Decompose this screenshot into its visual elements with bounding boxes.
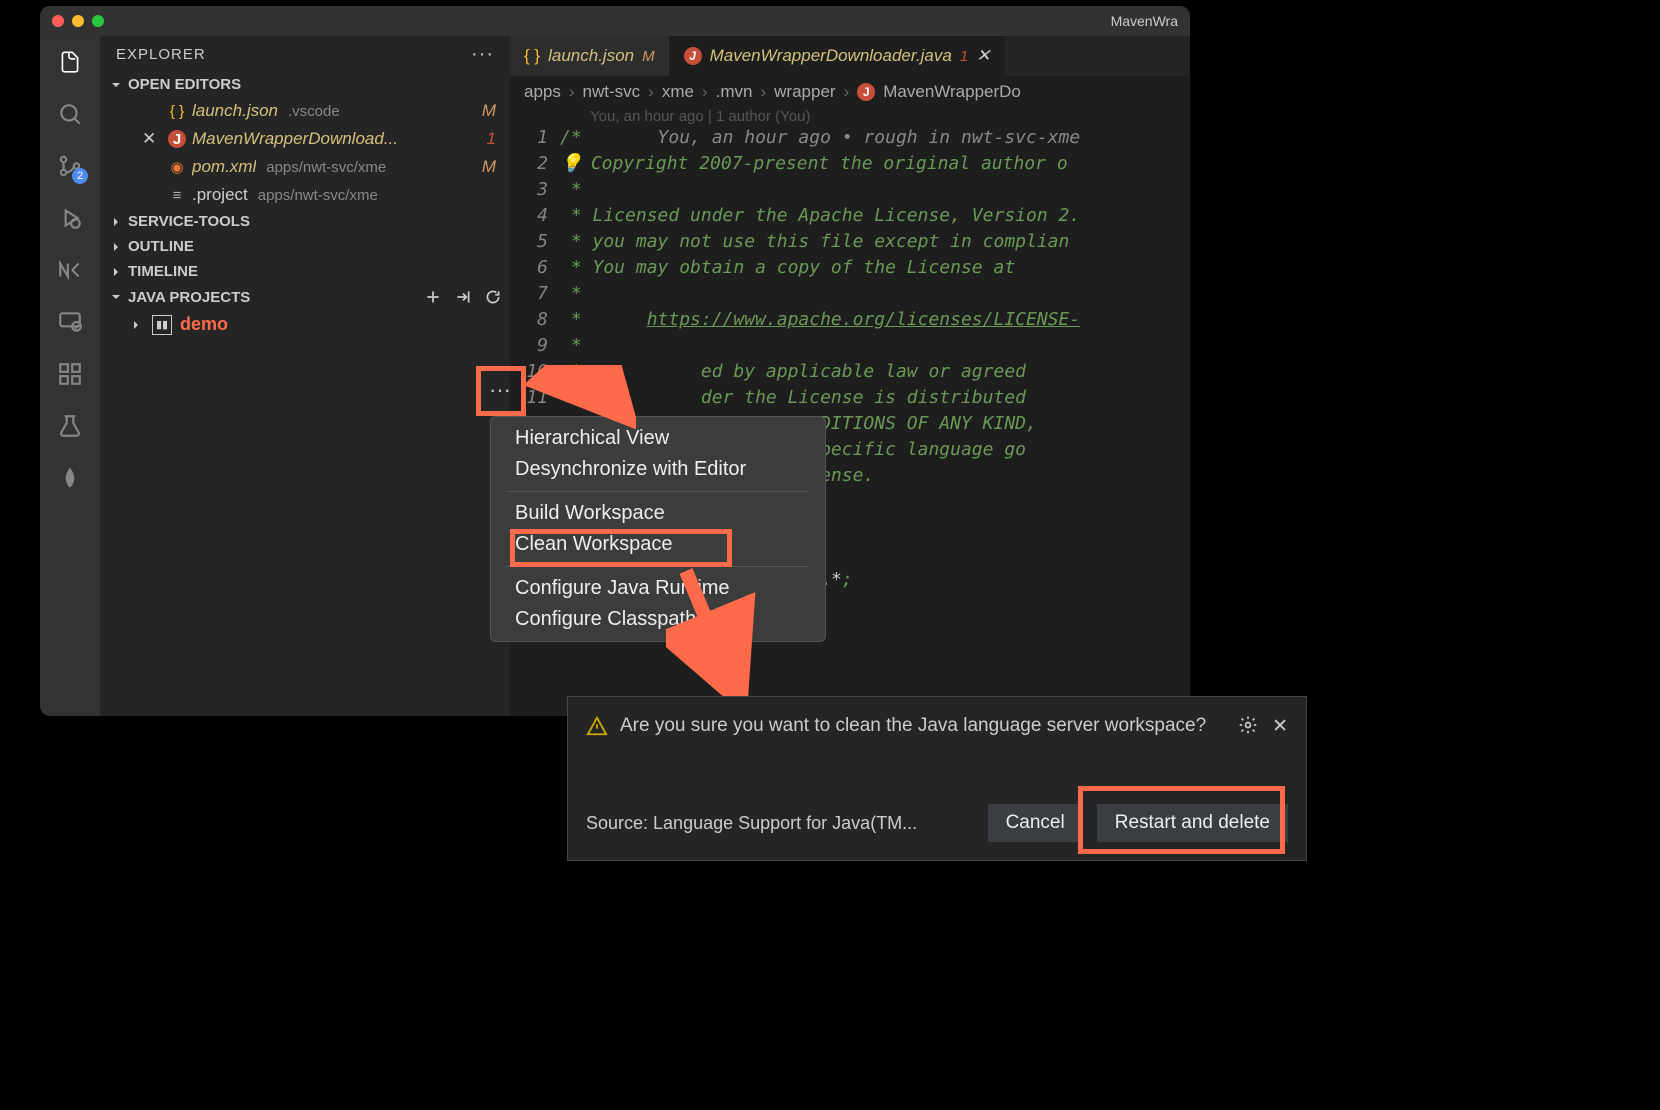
traffic-lights (52, 15, 104, 27)
confirmation-dialog: Are you sure you want to clean the Java … (567, 696, 1307, 861)
breadcrumb[interactable]: apps› nwt-svc› xme› .mvn› wrapper› J Mav… (510, 76, 1190, 108)
export-icon[interactable] (454, 288, 472, 306)
tab-bar: { } launch.json M J MavenWrapperDownload… (510, 36, 1190, 76)
java-icon: J (857, 83, 875, 101)
close-window-button[interactable] (52, 15, 64, 27)
menu-separator (507, 491, 809, 492)
restart-delete-button[interactable]: Restart and delete (1097, 804, 1288, 842)
close-icon[interactable]: ✕ (142, 129, 158, 149)
project-icon: ▮▮ (152, 315, 172, 335)
menu-desync-editor[interactable]: Desynchronize with Editor (491, 454, 825, 485)
warning-icon (586, 715, 608, 743)
sidebar-more-icon[interactable]: ··· (471, 43, 494, 66)
java-icon: J (168, 130, 186, 148)
cancel-button[interactable]: Cancel (988, 804, 1083, 842)
dialog-source: Source: Language Support for Java(TM... (586, 813, 974, 834)
timeline-header[interactable]: TIMELINE (100, 259, 510, 284)
xml-icon: ◉ (168, 158, 186, 176)
nx-icon[interactable] (56, 256, 84, 284)
open-editor-item[interactable]: { } launch.json .vscode M (100, 97, 510, 125)
maximize-window-button[interactable] (92, 15, 104, 27)
source-control-icon[interactable]: 2 (56, 152, 84, 180)
chevron-right-icon (108, 264, 124, 280)
project-label: demo (180, 314, 228, 335)
debug-icon[interactable] (56, 204, 84, 232)
remote-icon[interactable] (56, 308, 84, 336)
menu-separator (507, 566, 809, 567)
scm-badge: 2 (72, 168, 88, 184)
chevron-right-icon (108, 239, 124, 255)
explorer-icon[interactable] (56, 48, 84, 76)
menu-configure-classpath[interactable]: Configure Classpath (491, 604, 825, 635)
titlebar: MavenWra (40, 6, 1190, 36)
menu-clean-workspace[interactable]: Clean Workspace (491, 529, 825, 560)
search-icon[interactable] (56, 100, 84, 128)
gear-icon[interactable] (1238, 715, 1258, 743)
json-icon: { } (168, 102, 186, 120)
window-title: MavenWra (1111, 13, 1178, 29)
java-icon: J (684, 47, 702, 65)
file-icon: ≡ (168, 186, 186, 204)
menu-hierarchical-view[interactable]: Hierarchical View (491, 423, 825, 454)
close-icon[interactable]: ✕ (1272, 715, 1288, 743)
sidebar-header: EXPLORER ··· (100, 36, 510, 72)
beaker-icon[interactable] (56, 412, 84, 440)
mongodb-icon[interactable] (56, 464, 84, 492)
chevron-down-icon (108, 289, 124, 305)
minimize-window-button[interactable] (72, 15, 84, 27)
outline-header[interactable]: OUTLINE (100, 234, 510, 259)
menu-configure-runtime[interactable]: Configure Java Runtime (491, 573, 825, 604)
explorer-sidebar: EXPLORER ··· OPEN EDITORS { } launch.jso… (100, 36, 510, 716)
menu-build-workspace[interactable]: Build Workspace (491, 498, 825, 529)
open-editors-header[interactable]: OPEN EDITORS (100, 72, 510, 97)
open-editor-item[interactable]: ✕ J MavenWrapperDownload... 1 (100, 125, 510, 153)
tab-maven-downloader[interactable]: J MavenWrapperDownloader.java 1 ✕ (670, 36, 1006, 76)
service-tools-header[interactable]: SERVICE-TOOLS (100, 209, 510, 234)
sidebar-title: EXPLORER (116, 46, 206, 63)
context-menu: Hierarchical View Desynchronize with Edi… (490, 416, 826, 642)
plus-icon[interactable] (424, 288, 442, 306)
chevron-right-icon (128, 317, 144, 333)
tab-launch-json[interactable]: { } launch.json M (510, 36, 670, 76)
open-editor-item[interactable]: ◉ pom.xml apps/nwt-svc/xme M (100, 153, 510, 181)
java-projects-header[interactable]: JAVA PROJECTS (100, 284, 510, 310)
chevron-down-icon (108, 77, 124, 93)
chevron-right-icon (108, 214, 124, 230)
blame-annotation: You, an hour ago | 1 author (You) (510, 108, 1190, 125)
open-editors-section: OPEN EDITORS { } launch.json .vscode M ✕… (100, 72, 510, 209)
refresh-icon[interactable] (484, 288, 502, 306)
java-project-item[interactable]: ▮▮ demo (100, 310, 510, 339)
activity-bar: 2 (40, 36, 100, 716)
more-actions-button[interactable]: ··· (484, 378, 516, 402)
close-icon[interactable]: ✕ (976, 46, 990, 66)
dialog-message: Are you sure you want to clean the Java … (620, 715, 1226, 743)
open-editor-item[interactable]: ≡ .project apps/nwt-svc/xme (100, 181, 510, 209)
extensions-icon[interactable] (56, 360, 84, 388)
